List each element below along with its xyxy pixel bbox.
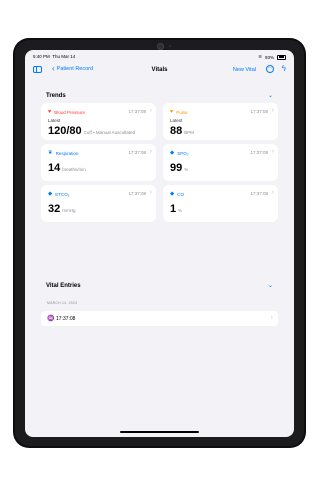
- blood-pressure-card[interactable]: ♥ Blood Pressure 17:37:08 › Latest 120/8…: [41, 103, 156, 140]
- sensor-dot: [169, 45, 171, 47]
- bolt-icon[interactable]: ϟ: [282, 64, 286, 73]
- card-value: 32 mmHg: [48, 203, 76, 215]
- battery-percent: 93%: [264, 54, 274, 60]
- entry-time: 17:37:08: [56, 316, 76, 322]
- navigation-bar: ‹ Patient Record Vitals New Vital ··· ϟ: [25, 62, 294, 78]
- chevron-right-icon: ›: [271, 107, 274, 114]
- respiration-card[interactable]: ❦ Respiration 17:37:08 › 14 breaths/min: [41, 144, 156, 181]
- card-value: 1%: [170, 203, 183, 215]
- spo2-card[interactable]: ◆ SPO₂ 17:37:08 › 99%: [163, 144, 278, 181]
- heart-icon: ♥: [48, 109, 52, 115]
- card-latest-label: Latest: [170, 118, 183, 123]
- chevron-right-icon: ›: [271, 189, 274, 196]
- list-item[interactable]: ♒ 17:37:08 ›: [41, 311, 278, 326]
- home-indicator[interactable]: [120, 431, 199, 433]
- card-label: ◆ SPO₂: [170, 150, 189, 156]
- entries-collapse-chevron-icon[interactable]: ⌄: [268, 282, 273, 289]
- card-timestamp: 17:37:08: [250, 191, 268, 196]
- chevron-right-icon: ›: [149, 107, 152, 114]
- status-right: ≋ 93%: [258, 54, 286, 60]
- card-value: 99%: [170, 162, 189, 174]
- card-label: ◆ ETCO₂: [48, 191, 70, 197]
- card-value: 120/80 Cuff • Manual Auscultated: [48, 125, 136, 137]
- chevron-right-icon: ›: [149, 148, 152, 155]
- trends-collapse-chevron-icon[interactable]: ⌄: [268, 92, 273, 99]
- card-latest-label: Latest: [48, 118, 61, 123]
- pulse-card[interactable]: ♥ Pulse 17:37:08 › Latest 88 BPM: [163, 103, 278, 140]
- card-value: 14 breaths/min: [48, 162, 86, 174]
- card-label: ❦ Respiration: [48, 150, 79, 156]
- battery-icon: [277, 54, 286, 60]
- chevron-right-icon: ›: [149, 189, 152, 196]
- chevron-right-icon: ›: [271, 148, 274, 155]
- entry-date-label: MARCH 14, 2024: [47, 301, 78, 305]
- more-icon[interactable]: ···: [266, 65, 274, 73]
- chevron-right-icon: ›: [270, 314, 273, 321]
- card-label: ♥ Blood Pressure: [48, 109, 86, 115]
- waveform-icon: ♒: [47, 316, 55, 322]
- card-timestamp: 17:37:08: [128, 150, 146, 155]
- camera-icon: [157, 43, 164, 50]
- new-vital-button[interactable]: New Vital: [233, 67, 256, 73]
- card-label: ♥ Pulse: [170, 109, 188, 115]
- card-timestamp: 17:37:08: [128, 109, 146, 114]
- status-time: 5:40 PM Thu Mar 14: [33, 54, 76, 59]
- status-bar: 5:40 PM Thu Mar 14 ≋ 93%: [25, 50, 294, 62]
- card-value: 88 BPM: [170, 125, 195, 137]
- drop-icon: ◆: [48, 191, 53, 197]
- drop-icon: ◆: [170, 191, 175, 197]
- card-label: ◆ CO: [170, 191, 184, 197]
- lungs-icon: ❦: [48, 150, 53, 156]
- card-timestamp: 17:37:08: [250, 150, 268, 155]
- card-timestamp: 17:37:08: [250, 109, 268, 114]
- drop-icon: ◆: [170, 150, 175, 156]
- card-timestamp: 17:37:08: [128, 191, 146, 196]
- heart-icon: ♥: [170, 109, 174, 115]
- vital-entries-heading: Vital Entries: [46, 283, 81, 289]
- wifi-icon: ≋: [258, 54, 262, 59]
- etco2-card[interactable]: ◆ ETCO₂ 17:37:08 › 32 mmHg: [41, 185, 156, 222]
- trends-heading: Trends: [46, 93, 66, 99]
- co-card[interactable]: ◆ CO 17:37:08 › 1%: [163, 185, 278, 222]
- screen: 5:40 PM Thu Mar 14 ≋ 93% ‹ Patient Recor…: [25, 50, 294, 437]
